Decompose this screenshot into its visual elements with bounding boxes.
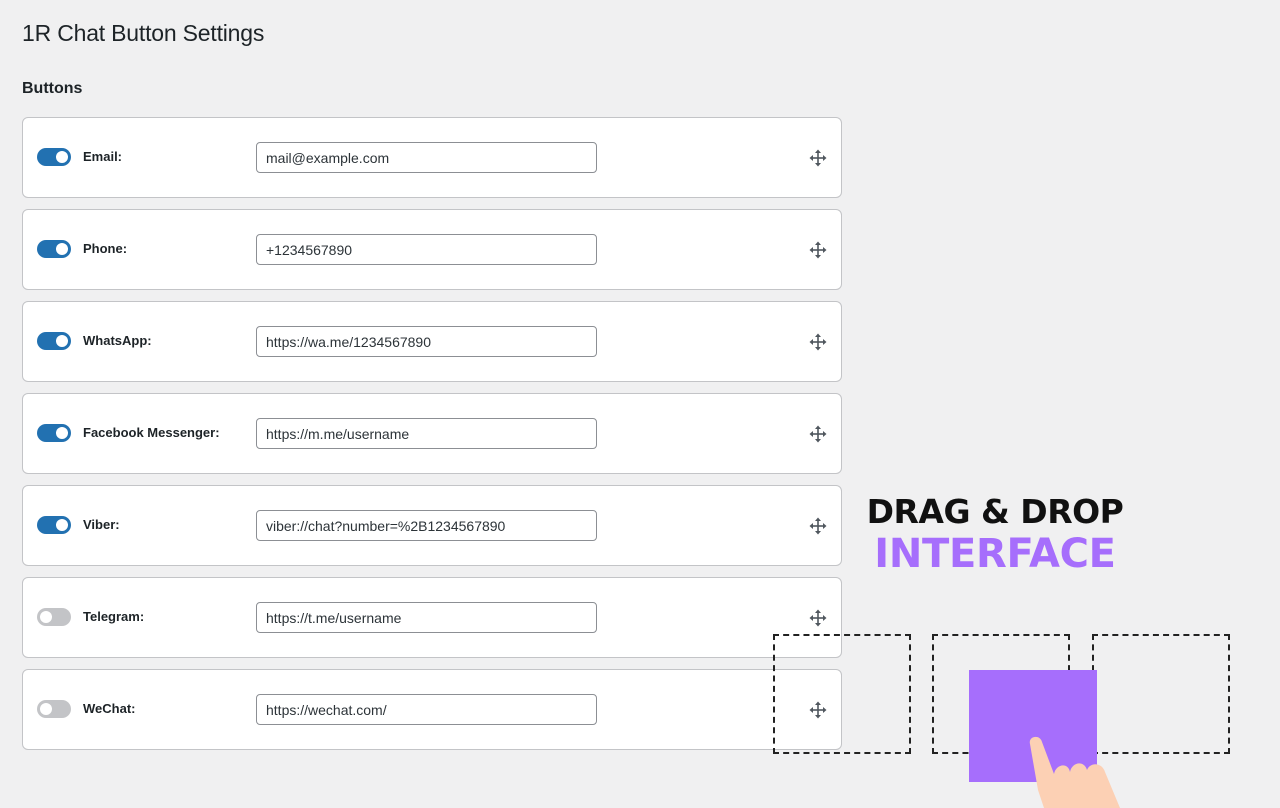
button-row-telegram: Telegram:: [22, 577, 842, 658]
section-title: Buttons: [22, 80, 83, 97]
button-row-facebook-messenger: Facebook Messenger:: [22, 393, 842, 474]
email-toggle[interactable]: [37, 148, 71, 166]
toggle-knob: [56, 151, 68, 163]
toggle-knob: [40, 703, 52, 715]
page-title: 1R Chat Button Settings: [22, 20, 265, 46]
move-arrows-icon[interactable]: [809, 425, 827, 443]
wechat-toggle[interactable]: [37, 700, 71, 718]
telegram-input[interactable]: [256, 602, 597, 633]
email-input[interactable]: [256, 142, 597, 173]
whatsapp-label: WhatsApp:: [83, 333, 152, 348]
button-row-phone: Phone:: [22, 209, 842, 290]
wechat-input[interactable]: [256, 694, 597, 725]
whatsapp-input[interactable]: [256, 326, 597, 357]
telegram-toggle[interactable]: [37, 608, 71, 626]
facebook-messenger-toggle[interactable]: [37, 424, 71, 442]
button-row-wechat: WeChat:: [22, 669, 842, 750]
email-label: Email:: [83, 149, 123, 164]
move-arrows-icon[interactable]: [809, 149, 827, 167]
telegram-label: Telegram:: [83, 609, 145, 624]
toggle-knob: [56, 243, 68, 255]
button-row-viber: Viber:: [22, 485, 842, 566]
whatsapp-toggle[interactable]: [37, 332, 71, 350]
move-arrows-icon[interactable]: [809, 517, 827, 535]
wechat-label: WeChat:: [83, 701, 136, 716]
facebook-messenger-label: Facebook Messenger:: [83, 425, 220, 440]
viber-input[interactable]: [256, 510, 597, 541]
toggle-knob: [56, 519, 68, 531]
viber-label: Viber:: [83, 517, 120, 532]
promo-heading: DRAG & DROP INTERFACE: [860, 492, 1130, 576]
promo-line-drag-drop: DRAG & DROP: [866, 492, 1124, 531]
toggle-knob: [40, 611, 52, 623]
facebook-messenger-input[interactable]: [256, 418, 597, 449]
move-arrows-icon[interactable]: [809, 609, 827, 627]
pointing-hand-icon: [1029, 736, 1120, 808]
phone-label: Phone:: [83, 241, 128, 256]
button-row-whatsapp: WhatsApp:: [22, 301, 842, 382]
move-arrows-icon[interactable]: [809, 241, 827, 259]
move-arrows-icon[interactable]: [809, 333, 827, 351]
phone-toggle[interactable]: [37, 240, 71, 258]
toggle-knob: [56, 427, 68, 439]
promo-line-interface: INTERFACE: [874, 531, 1116, 577]
drop-slot-left: [773, 634, 911, 754]
phone-input[interactable]: [256, 234, 597, 265]
button-row-email: Email:: [22, 117, 842, 198]
viber-toggle[interactable]: [37, 516, 71, 534]
buttons-list: Email: Phone: WhatsApp: Facebook Messeng…: [22, 117, 842, 761]
toggle-knob: [56, 335, 68, 347]
